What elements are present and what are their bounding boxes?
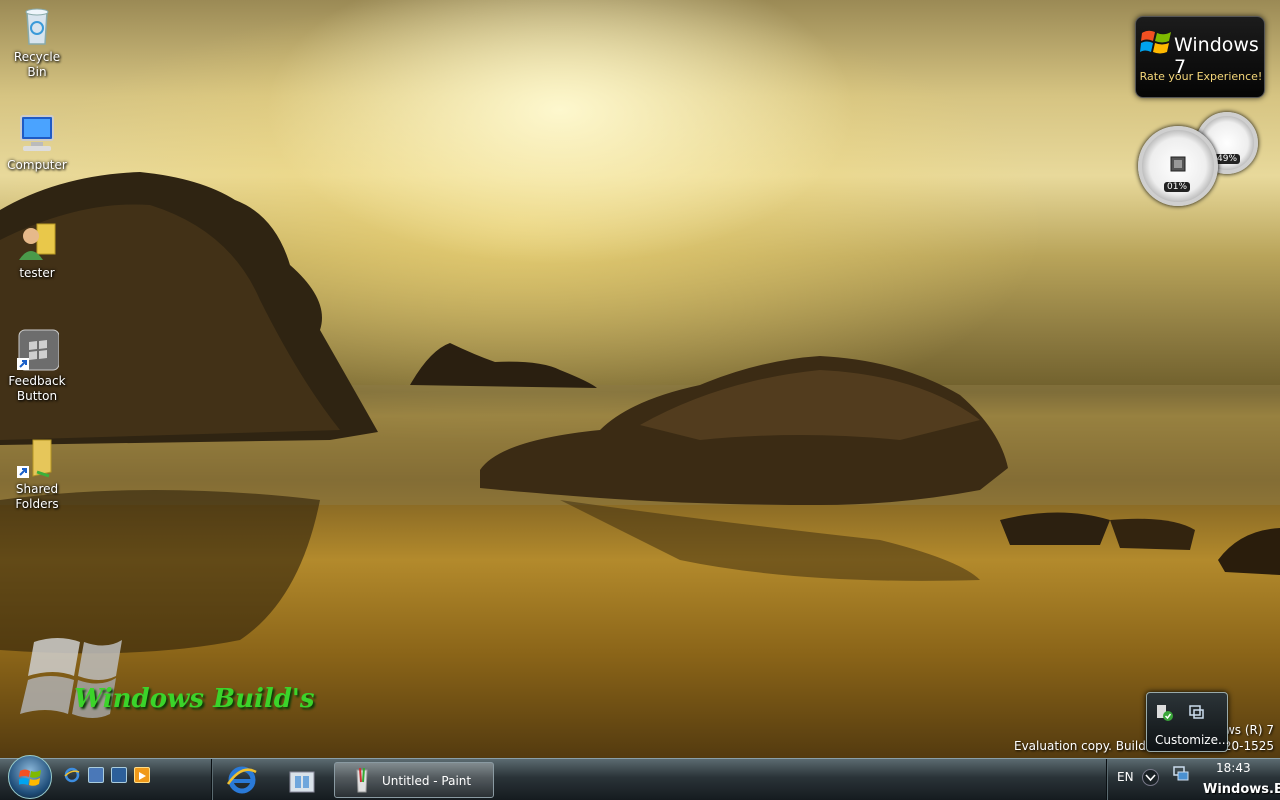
quicklaunch-show-desktop-icon[interactable]: [88, 767, 104, 783]
quicklaunch-media-player-icon[interactable]: [134, 767, 150, 783]
evaluation-line-2-left: Evaluation copy. Build 65: [1014, 739, 1165, 753]
windows-builds-watermark: Windows Build's: [20, 632, 340, 727]
file-explorer-icon: [289, 771, 315, 793]
desktop-icon-user-folder[interactable]: tester: [4, 220, 70, 281]
watermark-text: Windows Build's: [74, 684, 315, 714]
show-hidden-icons-button[interactable]: [1142, 769, 1159, 786]
taskbar-pinned-ie[interactable]: [220, 762, 264, 798]
desktop-icon-label: tester: [19, 266, 55, 280]
corner-watermark: Windows.Builds: [1203, 782, 1280, 797]
cpu-chip-icon: [1170, 156, 1186, 172]
network-icon[interactable]: [1187, 703, 1205, 721]
desktop-icon-label: Recycle Bin: [13, 50, 61, 79]
shared-folders-icon: [15, 436, 59, 480]
computer-icon: [15, 112, 59, 156]
notification-overflow-popup: Customize...: [1146, 692, 1229, 752]
cpu-meter-gadget[interactable]: 49% 01%: [1136, 110, 1264, 208]
security-shield-icon[interactable]: [1155, 703, 1173, 721]
recycle-bin-icon: [15, 4, 59, 48]
desktop-icon-label: Computer: [7, 158, 67, 172]
windows-flag-icon: [1140, 30, 1171, 54]
desktop-icon-label: Feedback Button: [8, 374, 66, 403]
desktop-icon-feedback-button[interactable]: Feedback Button: [4, 328, 70, 404]
start-button[interactable]: [8, 755, 52, 799]
chevron-up-icon: [1145, 774, 1156, 782]
quicklaunch-switch-windows-icon[interactable]: [111, 767, 127, 783]
feedback-button-icon: [15, 328, 60, 372]
network-tray-icon[interactable]: [1172, 765, 1190, 783]
cpu-gauge: 01%: [1138, 126, 1218, 206]
tray-separator: [1106, 759, 1108, 800]
taskbar-separator: [211, 759, 213, 800]
paint-icon: [356, 767, 368, 793]
desktop-icon-label: Shared Folders: [15, 482, 59, 511]
cpu-percent: 01%: [1164, 182, 1191, 192]
paint-button-label: Untitled - Paint: [382, 774, 472, 788]
desktop-icon-shared-folders[interactable]: Shared Folders: [4, 436, 70, 512]
user-folder-icon: [15, 220, 59, 264]
internet-explorer-icon: [226, 766, 257, 794]
customize-link[interactable]: Customize...: [1155, 733, 1229, 747]
clock[interactable]: 18:43: [1216, 761, 1251, 775]
desktop[interactable]: Recycle Bin Computer tester Feedback But…: [0, 0, 1280, 800]
quicklaunch-ie-icon[interactable]: [64, 767, 80, 783]
desktop-icon-computer[interactable]: Computer: [4, 112, 70, 173]
language-indicator[interactable]: EN: [1117, 770, 1134, 784]
rate-experience-link[interactable]: Rate your Experience!: [1136, 70, 1266, 83]
desktop-icon-recycle-bin[interactable]: Recycle Bin: [4, 4, 70, 80]
taskbar-button-paint[interactable]: Untitled - Paint: [334, 762, 494, 798]
windows7-gadget[interactable]: Windows 7 Rate your Experience!: [1135, 16, 1265, 98]
taskbar-pinned-explorer[interactable]: [280, 762, 324, 798]
taskbar: Untitled - Paint EN 18:43 Windows.Builds: [0, 755, 1280, 800]
windows-orb-icon: [19, 769, 41, 786]
